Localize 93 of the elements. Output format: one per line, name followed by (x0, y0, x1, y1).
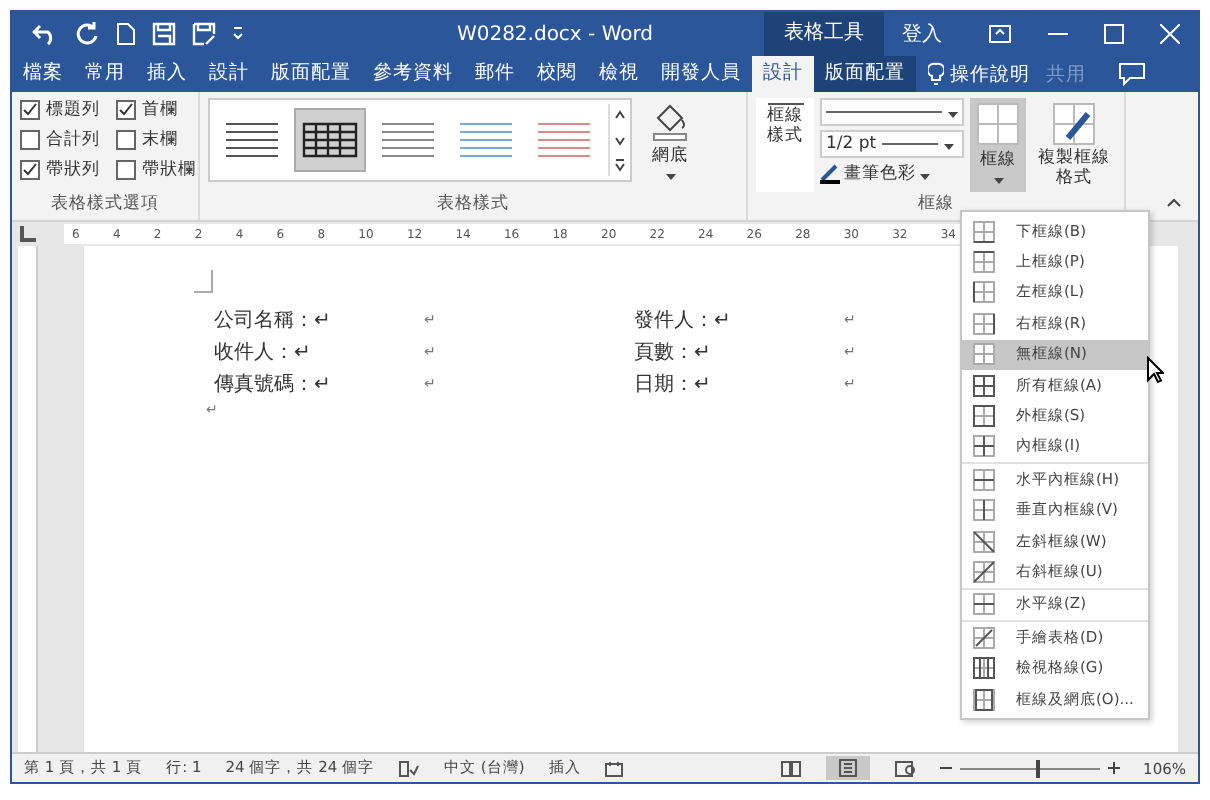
ribbon-tab[interactable]: 開發人員 (650, 56, 752, 92)
ribbon-tab[interactable]: 版面配置 (814, 56, 916, 92)
web-layout-icon[interactable] (893, 759, 916, 777)
border-option-icon (972, 559, 996, 584)
border-option-icon (972, 404, 996, 429)
borders-button[interactable]: 框線 (970, 98, 1026, 193)
table-cell-text: 公司名稱：↵ (214, 308, 333, 334)
checkmark-icon (22, 162, 38, 178)
pen-weight-dropdown[interactable]: 1/2 pt (820, 130, 964, 158)
border-option-icon (972, 373, 996, 398)
caret-icon (993, 178, 1003, 184)
shading-button[interactable]: 網底 (644, 98, 696, 184)
macro-record-icon[interactable] (604, 759, 625, 777)
border-option-icon (972, 311, 996, 336)
ribbon-tab[interactable]: 參考資料 (362, 56, 464, 92)
ribbon-tab[interactable]: 設計 (752, 56, 814, 92)
sign-in-link[interactable]: 登入 (902, 20, 942, 48)
close-icon[interactable] (1160, 24, 1180, 44)
table-style-thumbnail[interactable] (296, 110, 364, 170)
checkbox[interactable]: 首欄 (116, 98, 196, 122)
checkbox[interactable]: 帶狀欄 (116, 158, 196, 182)
save-as-icon[interactable] (192, 22, 216, 46)
window-title: W0282.docx - Word (454, 23, 656, 45)
maximize-icon[interactable] (1104, 24, 1124, 44)
border-styles-button[interactable]: 框線樣式 (756, 98, 814, 193)
border-option-icon (972, 687, 996, 712)
ribbon-tab[interactable]: 常用 (74, 56, 136, 92)
table-cell-text: 收件人：↵ (214, 340, 313, 366)
line-style-icon (765, 102, 805, 106)
table-cell-text: 傳真號碼：↵ (214, 371, 333, 398)
border-option-icon (972, 434, 996, 459)
border-option-icon (972, 342, 996, 367)
ribbon-tab[interactable]: 郵件 (464, 56, 526, 92)
zoom-out-icon[interactable] (939, 762, 952, 774)
read-mode-icon[interactable] (779, 759, 802, 777)
group-title: 框線 (916, 192, 956, 219)
border-option-icon (972, 529, 996, 554)
caret-icon (948, 111, 958, 117)
tell-me-link[interactable]: 操作說明 (950, 61, 1030, 87)
checkbox[interactable]: 帶狀列 (20, 158, 116, 182)
caret-icon (944, 143, 955, 149)
border-option-icon (972, 219, 996, 244)
caret-icon (665, 174, 675, 180)
zoom-in-icon[interactable] (1107, 762, 1120, 774)
ribbon-tab[interactable]: 設計 (198, 56, 260, 92)
minimize-icon[interactable] (1048, 32, 1068, 36)
collapse-ribbon-icon[interactable] (1166, 198, 1182, 208)
gallery-scrollbar[interactable] (608, 104, 630, 176)
ribbon-tab[interactable]: 檔案 (12, 56, 74, 92)
tab-selector[interactable] (20, 226, 36, 242)
save-icon[interactable] (152, 22, 176, 46)
group-title: 表格樣式選項 (49, 192, 161, 218)
table-cell-text: 發件人：↵ (634, 308, 733, 334)
page-icon (837, 758, 858, 778)
border-brush-icon (1052, 102, 1096, 146)
checkbox[interactable]: 標題列 (20, 98, 116, 122)
border-option-icon (972, 592, 996, 617)
border-option-icon (972, 280, 996, 305)
new-document-icon[interactable] (116, 22, 136, 46)
table-cell-text: 日期：↵ (634, 371, 713, 398)
line-sample-icon (826, 110, 942, 114)
border-painter-button[interactable]: 複製框線格式 (1032, 98, 1116, 193)
ribbon-display-icon[interactable] (988, 24, 1012, 44)
print-layout-button[interactable] (825, 756, 870, 780)
customize-icon[interactable] (232, 26, 244, 42)
paint-bucket-icon (650, 102, 690, 142)
margin-corner-mark (194, 270, 214, 294)
border-option-icon (972, 656, 996, 681)
proofing-icon[interactable] (398, 759, 421, 777)
checkbox[interactable]: 合計列 (20, 128, 116, 152)
checkbox[interactable]: 末欄 (116, 128, 196, 152)
border-option-icon (972, 498, 996, 523)
context-label: 表格工具 (764, 12, 884, 56)
line-style-dropdown[interactable] (820, 98, 964, 126)
ribbon-tab[interactable]: 檢視 (588, 56, 650, 92)
border-option-icon (972, 250, 996, 275)
ribbon-tab[interactable]: 插入 (136, 56, 198, 92)
redo-icon[interactable] (76, 22, 100, 46)
border-grid-icon (976, 102, 1020, 146)
line-sample-icon (882, 142, 939, 146)
ribbon-tab[interactable]: 校閱 (526, 56, 588, 92)
lightbulb-icon (928, 62, 944, 86)
comment-icon[interactable] (1118, 62, 1146, 86)
pen-color-button[interactable]: 畫筆色彩 (820, 162, 964, 186)
border-option-icon (972, 625, 996, 650)
checkmark-icon (22, 102, 38, 118)
pen-icon (820, 164, 840, 184)
caret-icon (920, 173, 930, 179)
ribbon-tab[interactable]: 版面配置 (260, 56, 362, 92)
border-option-icon (972, 467, 996, 492)
group-title: 表格樣式 (435, 192, 511, 218)
table-cell-text: 頁數：↵ (634, 340, 713, 366)
checkmark-icon (118, 102, 134, 118)
